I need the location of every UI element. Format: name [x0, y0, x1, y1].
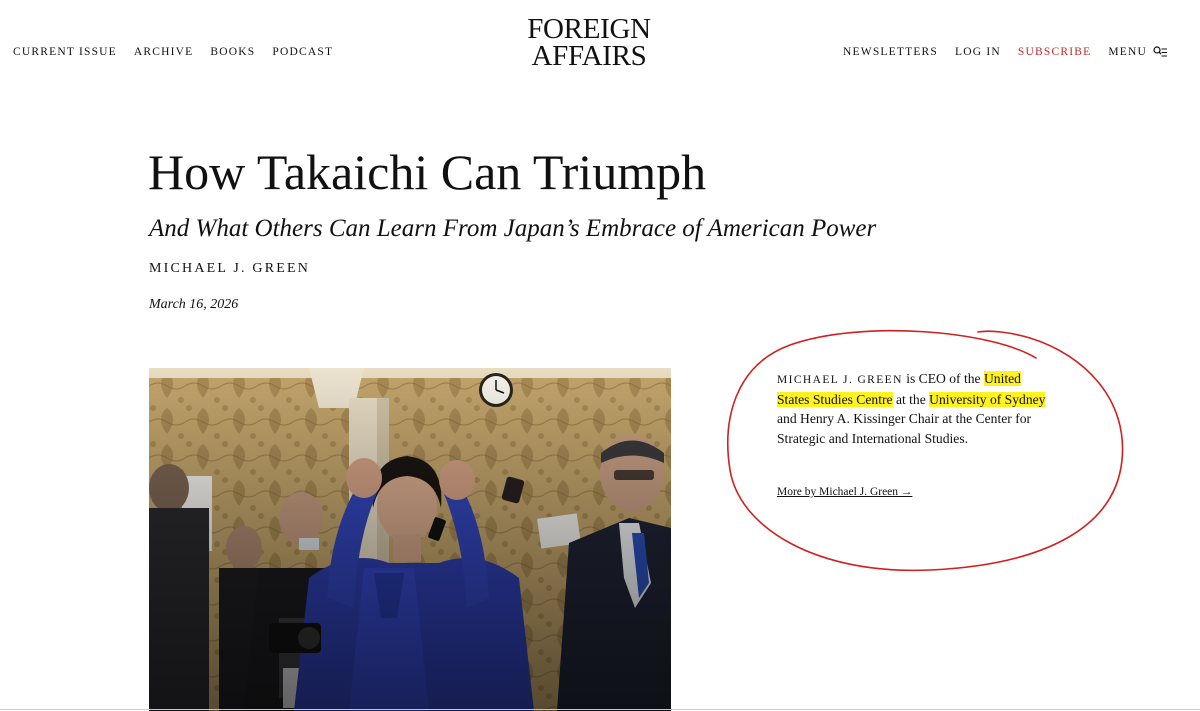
hero-photo [149, 368, 671, 711]
hero-photo-illustration [149, 368, 671, 711]
article-subtitle: And What Others Can Learn From Japan’s E… [149, 215, 877, 242]
article-date: March 16, 2026 [149, 297, 239, 312]
author-bio-text-1: is CEO of the [902, 371, 984, 386]
nav-books[interactable]: BOOKS [210, 46, 255, 58]
nav-subscribe[interactable]: SUBSCRIBE [1018, 46, 1091, 58]
nav-newsletters[interactable]: NEWSLETTERS [843, 46, 938, 58]
author-bio-text-3: and Henry A. Kissinger Chair at the Cent… [777, 411, 1032, 446]
primary-nav: CURRENT ISSUE ARCHIVE BOOKS PODCAST [13, 46, 333, 58]
article-byline[interactable]: MICHAEL J. GREEN [149, 261, 310, 277]
menu-button[interactable]: MENU [1108, 46, 1167, 58]
more-by-author-link[interactable]: More by Michael J. Green → [777, 486, 912, 498]
site-logo[interactable]: FOREIGN AFFAIRS [516, 13, 662, 72]
author-bio-name: MICHAEL J. GREEN [777, 374, 903, 386]
logo-line-1: FOREIGN [527, 13, 651, 45]
highlight-university-of-sydney: University of Sydney [929, 392, 1046, 408]
nav-current-issue[interactable]: CURRENT ISSUE [13, 46, 117, 58]
author-bio: MICHAEL J. GREEN is CEO of the United St… [777, 369, 1047, 448]
nav-log-in[interactable]: LOG IN [955, 46, 1001, 58]
nav-archive[interactable]: ARCHIVE [134, 46, 194, 58]
author-bio-text-2: at the [892, 392, 930, 408]
search-menu-icon [1153, 46, 1167, 57]
secondary-nav: NEWSLETTERS LOG IN SUBSCRIBE MENU [843, 46, 1167, 58]
logo-line-2: AFFAIRS [531, 40, 647, 72]
article-title: How Takaichi Can Triumph [148, 144, 707, 200]
menu-label: MENU [1108, 46, 1147, 58]
bottom-divider [0, 709, 1200, 710]
nav-podcast[interactable]: PODCAST [272, 46, 333, 58]
